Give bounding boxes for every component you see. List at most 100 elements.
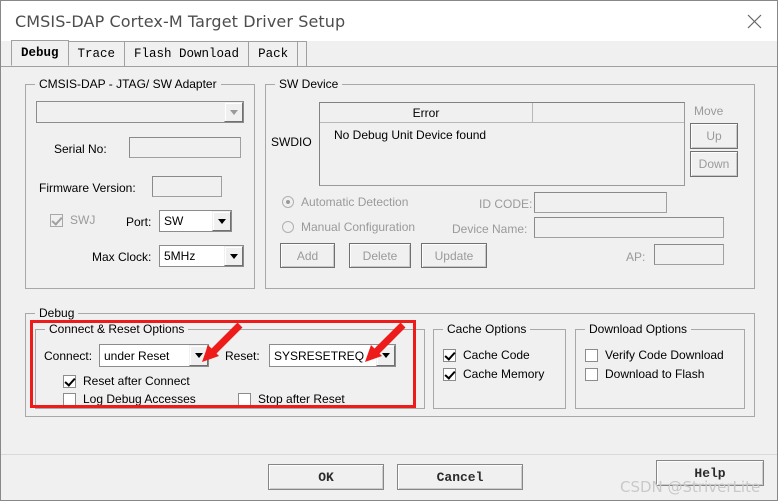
download-to-flash-label: Download to Flash — [605, 367, 705, 381]
stop-after-reset-label: Stop after Reset — [258, 392, 345, 406]
sw-device-list[interactable]: Error No Debug Unit Device found — [319, 102, 685, 186]
stop-after-reset-checkbox-box — [238, 392, 251, 406]
cache-options-label: Cache Options — [443, 322, 531, 336]
reset-after-connect-label: Reset after Connect — [83, 374, 190, 388]
port-combo[interactable]: SW — [159, 210, 232, 232]
download-to-flash-checkbox-box — [585, 367, 598, 381]
automatic-detection-radio-box — [282, 196, 294, 208]
connect-reset-options-label: Connect & Reset Options — [45, 322, 189, 336]
sw-device-group: SW Device SWDIO Error No Debug Unit Devi… — [265, 77, 755, 289]
tab-strip: Debug Trace Flash Download Pack — [1, 40, 777, 67]
max-clock-value: 5MHz — [164, 249, 196, 263]
log-debug-accesses-checkbox[interactable]: Log Debug Accesses — [63, 392, 196, 406]
sw-device-list-header: Error — [320, 103, 684, 123]
verify-code-download-label: Verify Code Download — [605, 348, 724, 362]
ap-value — [655, 245, 658, 259]
download-to-flash-checkbox[interactable]: Download to Flash — [585, 367, 704, 381]
cancel-button[interactable]: Cancel — [397, 464, 523, 490]
chevron-down-icon — [217, 218, 226, 224]
column-header-blank[interactable] — [533, 103, 684, 122]
download-options-group: Download Options Verify Code Download Do… — [575, 322, 745, 409]
ok-button[interactable]: OK — [268, 464, 384, 490]
verify-code-download-checkbox[interactable]: Verify Code Download — [585, 348, 724, 362]
swdio-label: SWDIO — [271, 135, 312, 149]
dialog-window: CMSIS-DAP Cortex-M Target Driver Setup D… — [0, 0, 778, 501]
device-name-field[interactable] — [534, 217, 724, 238]
id-code-label: ID CODE: — [479, 197, 533, 211]
adapter-device-combo[interactable] — [36, 101, 244, 123]
cache-options-group: Cache Options Cache Code Cache Memory — [433, 322, 566, 409]
reset-after-connect-checkbox-box — [63, 374, 76, 388]
log-debug-accesses-checkbox-box — [63, 392, 76, 406]
device-name-label: Device Name: — [452, 222, 528, 236]
firmware-version-field[interactable] — [152, 176, 222, 197]
device-name-value — [535, 218, 538, 232]
adapter-group-label: CMSIS-DAP - JTAG/ SW Adapter — [35, 77, 221, 91]
adapter-device-combo-button[interactable] — [224, 102, 243, 122]
connect-combo[interactable]: under Reset — [99, 344, 209, 367]
annotation-arrow-connect — [202, 323, 243, 362]
id-code-value — [535, 193, 538, 207]
cache-code-checkbox-box — [443, 348, 456, 362]
cache-code-label: Cache Code — [463, 348, 530, 362]
sw-device-error-text: No Debug Unit Device found — [334, 128, 487, 142]
swj-label: SWJ — [70, 213, 96, 227]
manual-configuration-radio[interactable]: Manual Configuration — [282, 220, 415, 234]
download-options-label: Download Options — [585, 322, 692, 336]
id-code-field[interactable] — [534, 192, 667, 213]
table-row[interactable]: No Debug Unit Device found — [320, 123, 684, 142]
swj-checkbox[interactable]: SWJ — [50, 213, 95, 227]
tab-debug[interactable]: Debug — [11, 40, 69, 66]
cache-code-checkbox[interactable]: Cache Code — [443, 348, 530, 362]
debug-tab-panel: CMSIS-DAP - JTAG/ SW Adapter Serial No: … — [1, 67, 777, 454]
cache-memory-checkbox-box — [443, 367, 456, 381]
cache-memory-checkbox[interactable]: Cache Memory — [443, 367, 544, 381]
swj-checkbox-box — [50, 213, 63, 227]
max-clock-combo[interactable]: 5MHz — [159, 245, 244, 267]
reset-after-connect-checkbox[interactable]: Reset after Connect — [63, 374, 190, 388]
ap-field[interactable] — [654, 244, 724, 265]
port-combo-button[interactable] — [212, 211, 231, 231]
max-clock-combo-button[interactable] — [224, 246, 243, 266]
watermark: CSDN @StriverLite — [620, 478, 761, 496]
close-glyph — [747, 14, 761, 28]
firmware-version-label: Firmware Version: — [39, 181, 136, 195]
ap-label: AP: — [626, 250, 646, 264]
chevron-down-icon — [229, 253, 238, 259]
annotation-arrow-reset — [365, 323, 406, 362]
delete-button[interactable]: Delete — [349, 243, 411, 268]
port-label: Port: — [126, 215, 152, 229]
debug-group-label: Debug — [35, 306, 79, 320]
firmware-version-value — [153, 177, 156, 191]
page-title: CMSIS-DAP Cortex-M Target Driver Setup — [15, 11, 346, 31]
max-clock-label: Max Clock: — [92, 250, 152, 264]
verify-code-download-checkbox-box — [585, 348, 598, 362]
log-debug-accesses-label: Log Debug Accesses — [83, 392, 196, 406]
cache-memory-label: Cache Memory — [463, 367, 545, 381]
manual-configuration-label: Manual Configuration — [301, 220, 416, 234]
tab-trace[interactable]: Trace — [67, 41, 126, 66]
close-icon[interactable] — [731, 1, 777, 41]
connect-label: Connect: — [44, 349, 93, 363]
automatic-detection-label: Automatic Detection — [301, 195, 409, 209]
move-label: Move — [694, 104, 724, 118]
stop-after-reset-checkbox[interactable]: Stop after Reset — [238, 392, 345, 406]
adapter-group: CMSIS-DAP - JTAG/ SW Adapter Serial No: … — [25, 77, 255, 289]
title-bar: CMSIS-DAP Cortex-M Target Driver Setup — [1, 1, 777, 41]
tab-flash-download[interactable]: Flash Download — [124, 41, 250, 66]
chevron-down-icon — [229, 109, 238, 115]
serial-no-field[interactable] — [129, 137, 241, 158]
add-button[interactable]: Add — [280, 243, 335, 268]
tab-pack[interactable]: Pack — [248, 41, 299, 66]
serial-no-label: Serial No: — [54, 142, 107, 156]
column-header-error[interactable]: Error — [320, 103, 533, 122]
serial-no-value — [130, 138, 133, 152]
move-down-button[interactable]: Down — [690, 151, 738, 177]
manual-configuration-radio-box — [282, 221, 294, 233]
sw-device-group-label: SW Device — [275, 77, 343, 91]
automatic-detection-radio[interactable]: Automatic Detection — [282, 195, 408, 209]
move-up-button[interactable]: Up — [690, 123, 738, 149]
connect-value: under Reset — [104, 348, 170, 363]
update-button[interactable]: Update — [421, 243, 487, 268]
port-value: SW — [164, 214, 184, 228]
